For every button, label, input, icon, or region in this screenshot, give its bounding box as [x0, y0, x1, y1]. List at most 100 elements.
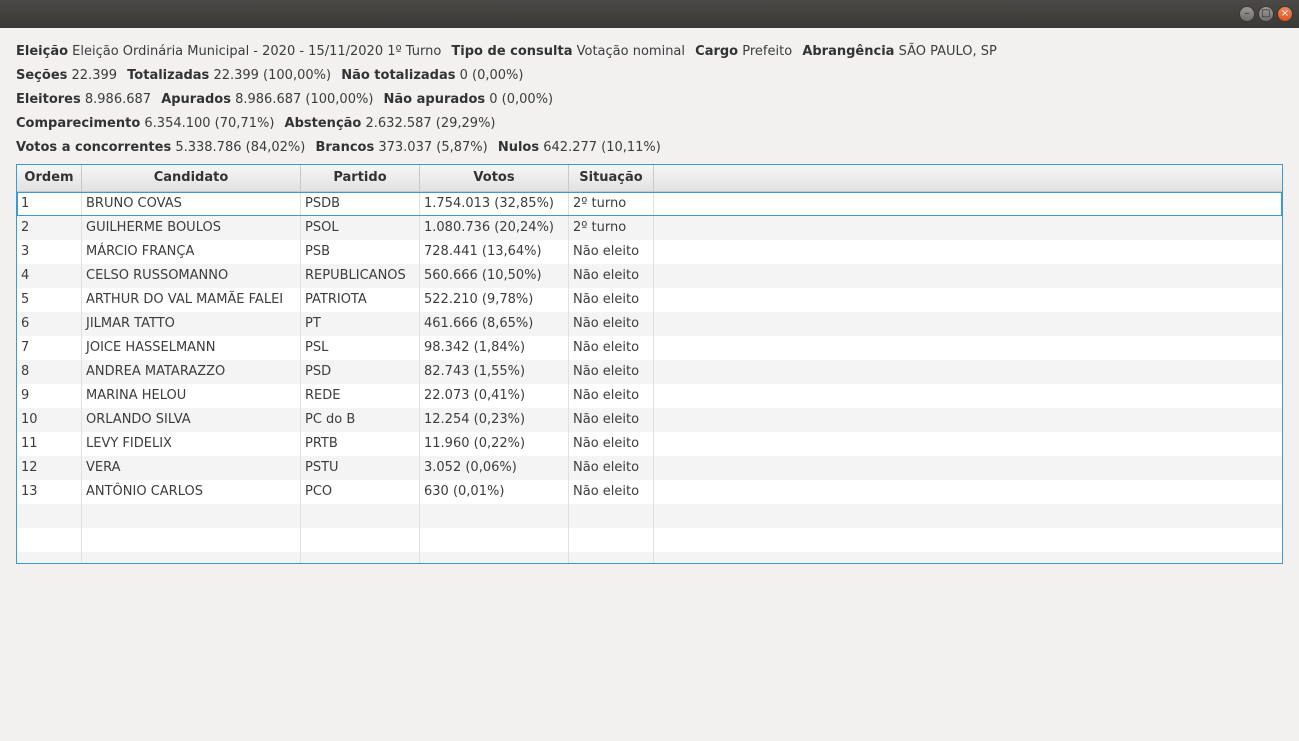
table-row[interactable]: 13 ANTÔNIO CARLOS PCO 630 (0,01%) Não eleito	[17, 480, 1282, 504]
cell-votos: 522.210 (9,78%)	[420, 288, 569, 312]
cell-filler	[654, 504, 1282, 528]
cell-situacao: Não eleito	[569, 288, 654, 312]
cell-ordem: 8	[17, 360, 82, 384]
abrangencia-value: SÃO PAULO, SP	[898, 44, 997, 59]
cell-situacao: Não eleito	[569, 240, 654, 264]
cell-candidato	[82, 504, 301, 528]
cell-filler	[654, 456, 1282, 480]
cell-situacao: Não eleito	[569, 264, 654, 288]
cell-filler	[654, 360, 1282, 384]
maximize-icon[interactable]: □	[1258, 6, 1274, 22]
cell-filler	[654, 528, 1282, 552]
cell-ordem: 2	[17, 216, 82, 240]
cell-candidato: JILMAR TATTO	[82, 312, 301, 336]
eleitores-label: Eleitores	[16, 92, 81, 107]
nao-apurados-value: 0 (0,00%)	[489, 92, 554, 107]
secoes-label: Seções	[16, 68, 68, 83]
cell-partido: PRTB	[301, 432, 420, 456]
empty-table-row[interactable]	[17, 504, 1282, 528]
column-header-candidato[interactable]: Candidato	[82, 165, 301, 191]
table-row[interactable]: 3 MÁRCIO FRANÇA PSB 728.441 (13,64%) Não ele…	[17, 240, 1282, 264]
table-row[interactable]: 11 LEVY FIDELIX PRTB 11.960 (0,22%) Não elei…	[17, 432, 1282, 456]
cell-ordem: 13	[17, 480, 82, 504]
table-row[interactable]: 9 MARINA HELOU REDE 22.073 (0,41%) Não eleit…	[17, 384, 1282, 408]
cell-filler	[654, 288, 1282, 312]
cell-filler	[654, 552, 1282, 563]
summary-line-votos: Votos a concorrentes 5.338.786 (84,02%) …	[16, 137, 1003, 161]
brancos-value: 373.037 (5,87%)	[378, 140, 488, 155]
cell-filler	[654, 312, 1282, 336]
cell-situacao: Não eleito	[569, 432, 654, 456]
cell-candidato: MARINA HELOU	[82, 384, 301, 408]
cell-partido: PT	[301, 312, 420, 336]
window-controls: – □ ×	[1239, 6, 1293, 22]
column-header-situacao[interactable]: Situação	[569, 165, 654, 191]
cell-votos: 728.441 (13,64%)	[420, 240, 569, 264]
comparecimento-label: Comparecimento	[16, 116, 141, 131]
empty-table-row[interactable]	[17, 528, 1282, 552]
cell-partido: PSD	[301, 360, 420, 384]
table-row[interactable]: 7 JOICE HASSELMANN PSL 98.342 (1,84%) Não el…	[17, 336, 1282, 360]
eleicao-value: Eleição Ordinária Municipal - 2020 - 15/…	[72, 44, 442, 59]
cell-ordem	[17, 504, 82, 528]
cell-candidato: JOICE HASSELMANN	[82, 336, 301, 360]
abrangencia-label: Abrangência	[802, 44, 895, 59]
column-header-ordem[interactable]: Ordem	[17, 165, 82, 191]
brancos-label: Brancos	[315, 140, 375, 155]
cell-filler	[654, 384, 1282, 408]
empty-table-row[interactable]	[17, 552, 1282, 563]
cell-candidato	[82, 552, 301, 563]
column-header-partido[interactable]: Partido	[301, 165, 420, 191]
table-row[interactable]: 5 ARTHUR DO VAL MAMÃE FALEI PATRIOTA 522.21…	[17, 288, 1282, 312]
secoes-value: 22.399	[71, 68, 118, 83]
cell-candidato: LEVY FIDELIX	[82, 432, 301, 456]
table-row[interactable]: 8 ANDREA MATARAZZO PSD 82.743 (1,55%) Não el…	[17, 360, 1282, 384]
summary-line-eleitores: Eleitores 8.986.687 Apurados 8.986.687 (…	[16, 89, 1003, 113]
column-header-filler	[654, 165, 1282, 191]
table-row[interactable]: 6 JILMAR TATTO PT 461.666 (8,65%) Não eleito	[17, 312, 1282, 336]
cell-votos: 1.754.013 (32,85%)	[420, 192, 569, 216]
cell-candidato: ANDREA MATARAZZO	[82, 360, 301, 384]
table-row[interactable]: 10 ORLANDO SILVA PC do B 12.254 (0,23%) Não …	[17, 408, 1282, 432]
table-row[interactable]: 1 BRUNO COVAS PSDB 1.754.013 (32,85%) 2º tur…	[17, 192, 1282, 216]
cell-partido: PATRIOTA	[301, 288, 420, 312]
cell-ordem	[17, 552, 82, 563]
cell-votos	[420, 504, 569, 528]
cell-situacao: Não eleito	[569, 456, 654, 480]
votos-concorrentes-value: 5.338.786 (84,02%)	[175, 140, 306, 155]
close-icon[interactable]: ×	[1277, 6, 1293, 22]
cell-candidato: MÁRCIO FRANÇA	[82, 240, 301, 264]
cell-partido	[301, 552, 420, 563]
table-row[interactable]: 4 CELSO RUSSOMANNO REPUBLICANOS 560.666 (10…	[17, 264, 1282, 288]
table-row[interactable]: 12 VERA PSTU 3.052 (0,06%) Não eleito	[17, 456, 1282, 480]
cell-votos: 98.342 (1,84%)	[420, 336, 569, 360]
table-header: Ordem Candidato Partido Votos Situação	[17, 165, 1282, 192]
column-header-votos[interactable]: Votos	[420, 165, 569, 191]
cell-partido: PSTU	[301, 456, 420, 480]
cargo-label: Cargo	[695, 44, 739, 59]
cell-situacao: Não eleito	[569, 360, 654, 384]
cell-filler	[654, 336, 1282, 360]
window-titlebar[interactable]: – □ ×	[0, 0, 1299, 28]
results-table[interactable]: Ordem Candidato Partido Votos Situação 1…	[16, 164, 1283, 564]
cell-candidato: ORLANDO SILVA	[82, 408, 301, 432]
cell-partido: PSOL	[301, 216, 420, 240]
cell-votos: 630 (0,01%)	[420, 480, 569, 504]
tipo-consulta-label: Tipo de consulta	[451, 44, 573, 59]
table-row[interactable]: 2 GUILHERME BOULOS PSOL 1.080.736 (20,24%) 2…	[17, 216, 1282, 240]
cell-filler	[654, 264, 1282, 288]
summary-line-election: Eleição Eleição Ordinária Municipal - 20…	[16, 41, 1003, 65]
apurados-value: 8.986.687 (100,00%)	[235, 92, 374, 107]
cell-votos: 22.073 (0,41%)	[420, 384, 569, 408]
cell-ordem	[17, 528, 82, 552]
cell-situacao: Não eleito	[569, 480, 654, 504]
cell-ordem: 7	[17, 336, 82, 360]
cell-filler	[654, 240, 1282, 264]
abstencao-label: Abstenção	[284, 116, 362, 131]
cell-candidato: GUILHERME BOULOS	[82, 216, 301, 240]
cell-situacao	[569, 504, 654, 528]
totalizadas-label: Totalizadas	[127, 68, 210, 83]
minimize-icon[interactable]: –	[1239, 6, 1255, 22]
cell-ordem: 10	[17, 408, 82, 432]
votos-concorrentes-label: Votos a concorrentes	[16, 140, 172, 155]
